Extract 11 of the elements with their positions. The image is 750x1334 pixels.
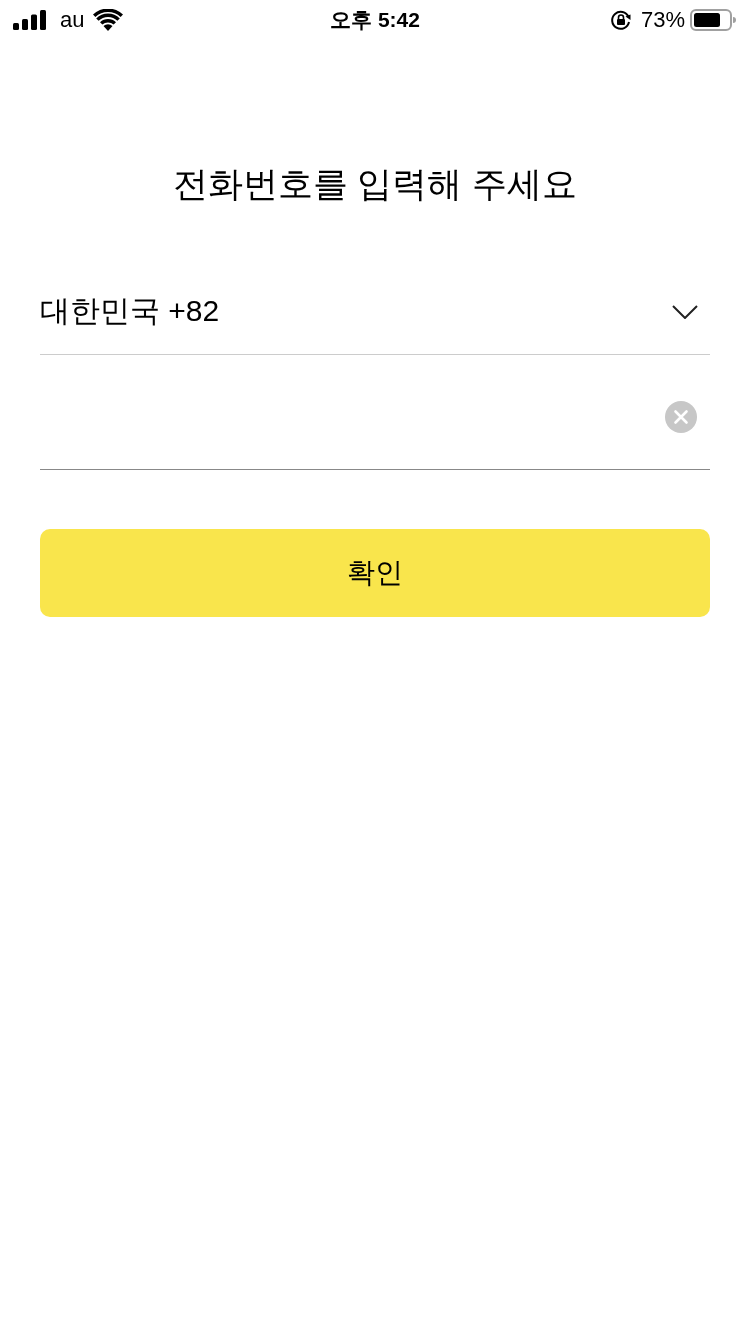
wifi-icon bbox=[93, 9, 124, 31]
confirm-button[interactable]: 확인 bbox=[40, 529, 710, 617]
rotation-lock-icon bbox=[609, 9, 632, 31]
chevron-down-icon bbox=[672, 304, 698, 319]
carrier-name: au bbox=[60, 7, 85, 33]
page-title: 전화번호를 입력해 주세요 bbox=[172, 163, 578, 205]
clear-icon[interactable] bbox=[665, 401, 697, 433]
status-time: 오후 5:42 bbox=[330, 7, 420, 33]
battery-percent: 73% bbox=[640, 7, 685, 33]
battery-icon bbox=[690, 9, 736, 31]
signal-icon bbox=[13, 10, 47, 30]
